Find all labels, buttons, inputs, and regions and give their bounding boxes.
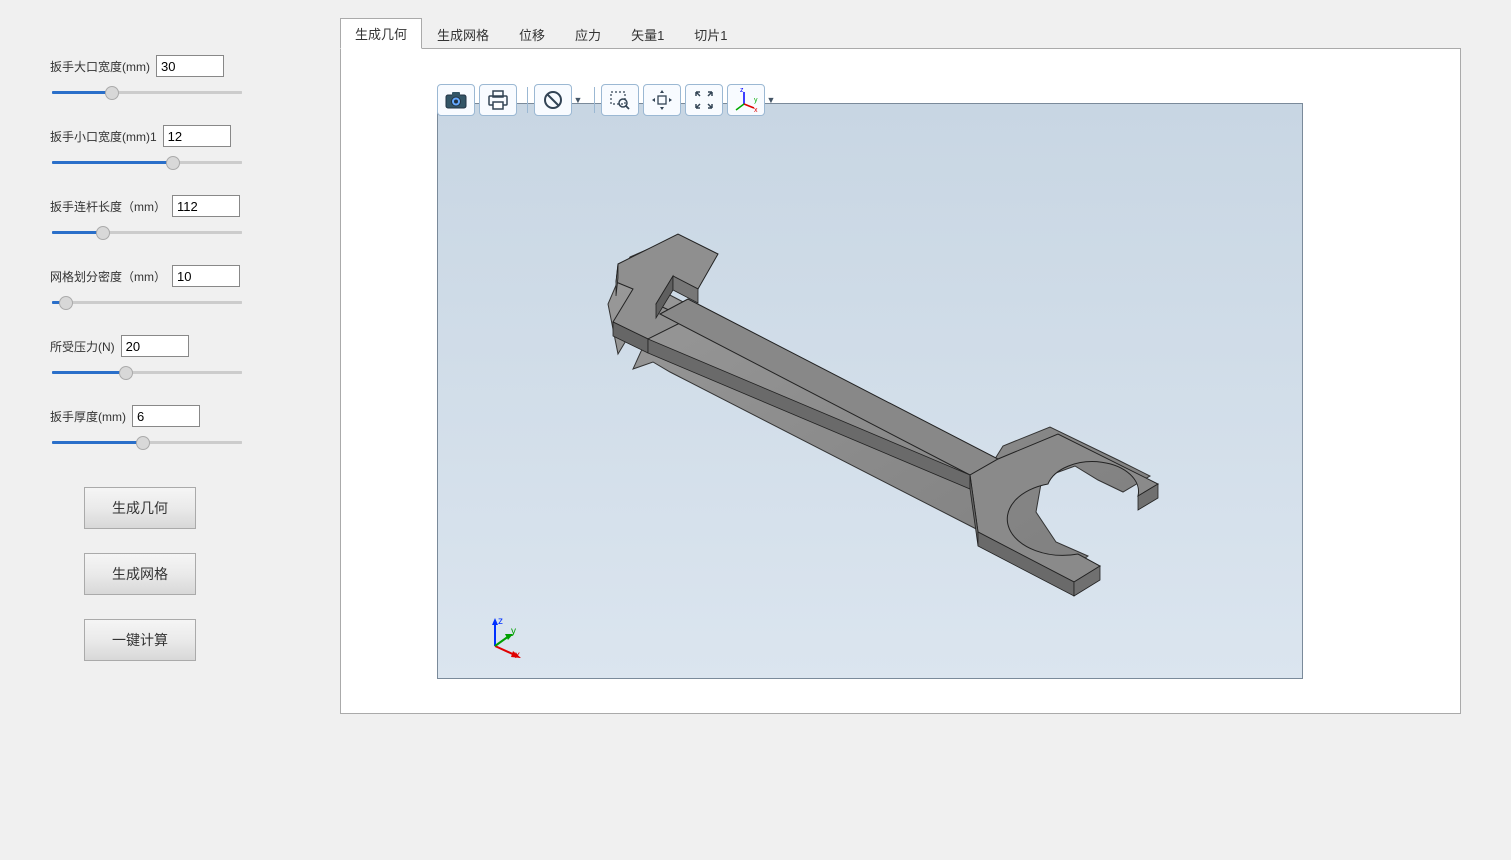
param-label: 扳手连杆长度（mm）	[50, 198, 166, 215]
tabs-bar: 生成几何生成网格位移应力矢量1切片1	[340, 20, 1461, 48]
param-input-pressure[interactable]	[121, 335, 189, 357]
param-large-opening: 扳手大口宽度(mm)	[50, 55, 290, 97]
prohibit-icon[interactable]	[534, 84, 572, 116]
param-label: 扳手大口宽度(mm)	[50, 58, 150, 75]
tab-disp[interactable]: 位移	[504, 19, 560, 49]
param-input-thickness[interactable]	[132, 405, 200, 427]
param-slider-large-opening[interactable]	[52, 91, 242, 94]
compute-all-button[interactable]: 一键计算	[84, 619, 196, 661]
param-input-mesh-density[interactable]	[172, 265, 240, 287]
svg-text:y: y	[754, 97, 758, 104]
axis-select-icon[interactable]: yx z	[727, 84, 765, 116]
param-rod-length: 扳手连杆长度（mm）	[50, 195, 290, 237]
param-mesh-density: 网格划分密度（mm）	[50, 265, 290, 307]
svg-text:x: x	[754, 107, 758, 114]
svg-text:z: z	[740, 87, 744, 94]
param-thickness: 扳手厚度(mm)	[50, 405, 290, 447]
axis-gizmo: z y x	[483, 618, 523, 658]
tab-geometry[interactable]: 生成几何	[340, 18, 422, 49]
tab-stress[interactable]: 应力	[560, 19, 616, 49]
axis-z-label: z	[498, 616, 503, 627]
dropdown-arrow-icon[interactable]: ▼	[765, 84, 777, 116]
param-slider-thickness[interactable]	[52, 441, 242, 444]
tab-slice1[interactable]: 切片1	[679, 19, 742, 49]
canvas-panel: ▼ yxz ▼	[340, 48, 1461, 714]
generate-mesh-button[interactable]: 生成网格	[84, 553, 196, 595]
dropdown-arrow-icon[interactable]: ▼	[572, 84, 584, 116]
parameter-sidebar: 扳手大口宽度(mm) 扳手小口宽度(mm)1 扳手连杆长度（mm） 网格划分密度（mm…	[0, 0, 340, 860]
param-input-rod-length[interactable]	[172, 195, 240, 217]
param-label: 网格划分密度（mm）	[50, 268, 166, 285]
action-buttons-group: 生成几何 生成网格 一键计算	[50, 487, 290, 661]
param-slider-pressure[interactable]	[52, 371, 242, 374]
param-label: 扳手小口宽度(mm)1	[50, 128, 157, 145]
toolbar-separator	[527, 87, 528, 113]
param-small-opening: 扳手小口宽度(mm)1	[50, 125, 290, 167]
3d-viewport[interactable]: z y x	[437, 103, 1303, 679]
zoom-window-icon[interactable]	[601, 84, 639, 116]
wrench-geometry	[438, 104, 1303, 679]
param-slider-small-opening[interactable]	[52, 161, 242, 164]
axis-y-label: y	[511, 626, 516, 637]
param-pressure: 所受压力(N)	[50, 335, 290, 377]
param-input-large-opening[interactable]	[156, 55, 224, 77]
param-input-small-opening[interactable]	[163, 125, 231, 147]
param-label: 扳手厚度(mm)	[50, 408, 126, 425]
pan-icon[interactable]	[643, 84, 681, 116]
main-area: 生成几何生成网格位移应力矢量1切片1 ▼	[340, 0, 1511, 860]
camera-icon[interactable]	[437, 84, 475, 116]
param-slider-mesh-density[interactable]	[52, 301, 242, 304]
app-root: 扳手大口宽度(mm) 扳手小口宽度(mm)1 扳手连杆长度（mm） 网格划分密度（mm…	[0, 0, 1511, 860]
zoom-extents-icon[interactable]	[685, 84, 723, 116]
toolbar-separator	[594, 87, 595, 113]
viewport-toolbar: ▼ yx z ▼	[437, 84, 781, 116]
print-icon[interactable]	[479, 84, 517, 116]
tab-mesh[interactable]: 生成网格	[422, 19, 504, 49]
param-label: 所受压力(N)	[50, 338, 115, 355]
tab-vector1[interactable]: 矢量1	[616, 19, 679, 49]
generate-geometry-button[interactable]: 生成几何	[84, 487, 196, 529]
axis-x-label: x	[515, 650, 520, 661]
param-slider-rod-length[interactable]	[52, 231, 242, 234]
